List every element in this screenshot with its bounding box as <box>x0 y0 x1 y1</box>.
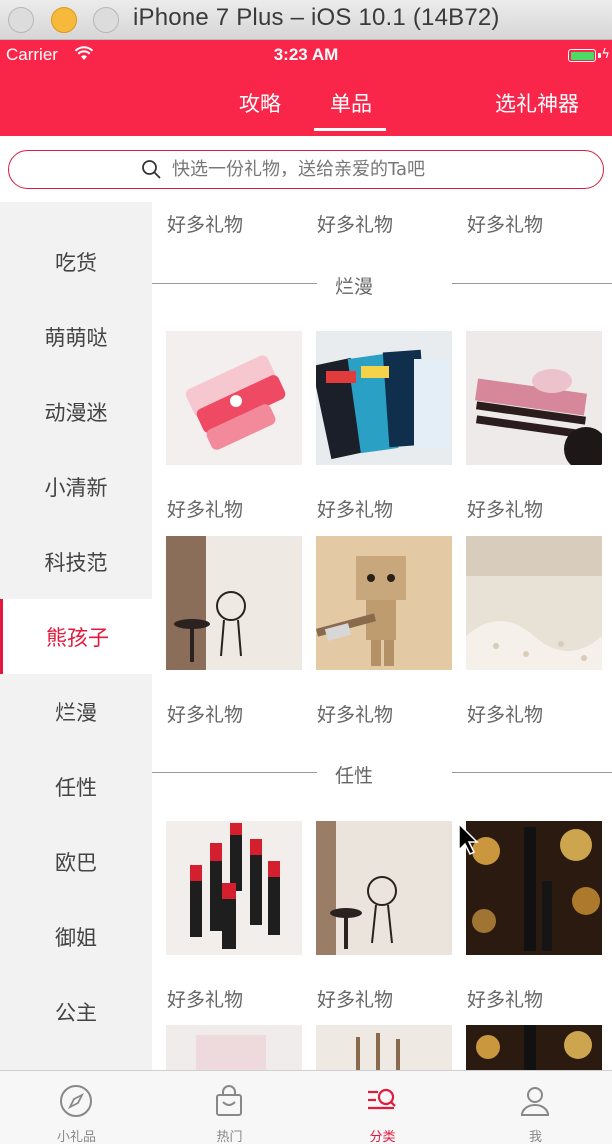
tabbar-item-gifts[interactable]: 小礼品 <box>0 1071 153 1144</box>
sidebar-item-foodie[interactable]: 吃货 <box>0 224 152 299</box>
sidebar-item-label: 吃货 <box>55 250 97 275</box>
eyeliner-pens-image <box>466 331 602 465</box>
mascara-bokeh-image <box>466 821 602 955</box>
section-title: 任性 <box>334 765 373 787</box>
close-window-button[interactable] <box>8 7 34 33</box>
segment-tabs: 攻略 单品 选礼神器 <box>0 72 612 136</box>
tab-gift-picker[interactable]: 选礼神器 <box>495 88 579 118</box>
sidebar-item-label: 烂漫 <box>55 700 97 725</box>
section-divider-line <box>152 772 317 773</box>
sidebar-item-fresh[interactable]: 小清新 <box>0 449 152 524</box>
person-icon <box>520 1087 550 1116</box>
gift-caption: 好多礼物 <box>167 499 244 521</box>
gift-caption: 好多礼物 <box>167 989 244 1011</box>
gift-item[interactable] <box>166 821 302 955</box>
sidebar-item-tech[interactable]: 科技范 <box>0 524 152 599</box>
minimize-window-button[interactable] <box>51 7 77 33</box>
shopping-bag-icon <box>216 1085 242 1116</box>
active-tab-indicator <box>314 128 386 131</box>
search-box[interactable] <box>8 150 604 189</box>
face-masks-image <box>316 331 452 465</box>
gift-caption: 好多礼物 <box>167 214 244 236</box>
gift-caption: 好多礼物 <box>317 499 394 521</box>
gift-grid: 好多礼物 好多礼物 好多礼物 烂漫 好多礼物 好多礼物 好多礼物 好多礼物 好多… <box>152 202 612 1070</box>
gift-item[interactable] <box>316 331 452 465</box>
sidebar-item-label: 公主 <box>55 1000 97 1025</box>
gift-item[interactable] <box>466 331 602 465</box>
sidebar-item-romantic[interactable]: 烂漫 <box>0 674 152 749</box>
gift-item[interactable] <box>316 1025 452 1070</box>
sidebar-item-label: 动漫迷 <box>44 400 108 425</box>
window-title: iPhone 7 Plus – iOS 10.1 (14B72) <box>133 4 500 31</box>
gift-caption: 好多礼物 <box>467 499 544 521</box>
curtain-chair-image <box>316 821 452 955</box>
gift-item[interactable] <box>166 331 302 465</box>
section-divider-line <box>152 283 317 284</box>
sidebar-item-kids[interactable]: 熊孩子 <box>0 599 152 674</box>
tabbar-item-hot[interactable]: 热门 <box>153 1071 306 1144</box>
gift-caption: 好多礼物 <box>167 704 244 726</box>
tab-single-item[interactable]: 单品 <box>330 88 372 118</box>
gift-item[interactable] <box>466 821 602 955</box>
sidebar-item-label: 熊孩子 <box>46 625 109 650</box>
sidebar-item-lady[interactable]: 御姐 <box>0 899 152 974</box>
sidebar-item-cute[interactable]: 萌萌哒 <box>0 299 152 374</box>
gift-item[interactable] <box>166 536 302 670</box>
compass-icon <box>60 1085 92 1117</box>
app-header: Carrier 3:23 AM ϟ 攻略 单品 选礼神器 <box>0 40 612 136</box>
tabbar-item-me[interactable]: 我 <box>459 1071 612 1144</box>
sidebar-item-label: 小清新 <box>44 475 108 500</box>
red-lipsticks-image <box>166 821 302 955</box>
gift-item[interactable] <box>166 1025 302 1070</box>
section-divider-line <box>452 283 612 284</box>
gift-item[interactable] <box>316 821 452 955</box>
gift-caption: 好多礼物 <box>317 704 394 726</box>
sidebar-item-willful[interactable]: 任性 <box>0 749 152 824</box>
pink-gift-image <box>166 1025 302 1070</box>
makeup-brushes-image <box>316 1025 452 1070</box>
category-search-icon <box>368 1088 396 1110</box>
battery-icon <box>568 49 596 62</box>
gift-caption: 好多礼物 <box>317 989 394 1011</box>
simulator-title-bar: iPhone 7 Plus – iOS 10.1 (14B72) <box>0 0 612 40</box>
section-title: 烂漫 <box>334 276 373 298</box>
gift-caption: 好多礼物 <box>467 704 544 726</box>
sidebar-item-anime[interactable]: 动漫迷 <box>0 374 152 449</box>
sidebar-item-label: 御姐 <box>55 925 97 950</box>
bottom-tab-bar: 小礼品 热门 分类 我 <box>0 1070 612 1144</box>
gift-caption: 好多礼物 <box>317 214 394 236</box>
tabbar-label: 热门 <box>216 1130 243 1144</box>
lipstick-tubes-image <box>166 331 302 465</box>
tab-guide[interactable]: 攻略 <box>239 88 281 118</box>
gift-item[interactable] <box>316 536 452 670</box>
gift-caption: 好多礼物 <box>467 989 544 1011</box>
zoom-window-button[interactable] <box>93 7 119 33</box>
status-bar: Carrier 3:23 AM ϟ <box>0 40 612 72</box>
sidebar-item-label: 萌萌哒 <box>44 325 108 350</box>
sidebar-item-princess[interactable]: 公主 <box>0 974 152 1049</box>
search-input[interactable] <box>172 155 572 183</box>
tabbar-label: 分类 <box>369 1130 396 1144</box>
sidebar-item-label: 欧巴 <box>55 850 97 875</box>
sidebar-item-oppa[interactable]: 欧巴 <box>0 824 152 899</box>
sidebar-item-label: 科技范 <box>44 550 108 575</box>
charging-icon: ϟ <box>601 47 610 62</box>
search-bar <box>0 136 612 202</box>
category-sidebar: 吃货 萌萌哒 动漫迷 小清新 科技范 熊孩子 烂漫 任性 欧巴 御姐 公主 <box>0 202 152 1070</box>
gift-item[interactable] <box>466 536 602 670</box>
search-icon <box>142 160 161 179</box>
gift-caption: 好多礼物 <box>467 214 544 236</box>
lace-curtain-chair-image <box>166 536 302 670</box>
tabbar-label: 我 <box>528 1130 542 1144</box>
lace-curtain-closeup-image <box>466 536 602 670</box>
tabbar-label: 小礼品 <box>56 1130 96 1144</box>
mouse-cursor-icon <box>458 822 479 856</box>
danbo-figure-image <box>316 536 452 670</box>
tabbar-item-category[interactable]: 分类 <box>306 1071 459 1144</box>
status-time: 3:23 AM <box>273 45 339 64</box>
mascara-bokeh-image-2 <box>466 1025 602 1070</box>
gift-item[interactable] <box>466 1025 602 1070</box>
sidebar-item-label: 任性 <box>55 775 97 800</box>
section-divider-line <box>452 772 612 773</box>
